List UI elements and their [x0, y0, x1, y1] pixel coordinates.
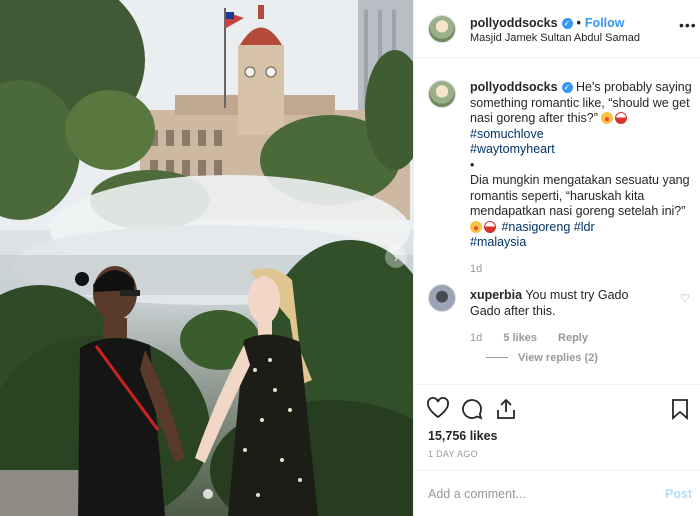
share-icon[interactable] — [494, 397, 518, 421]
caption-username[interactable]: pollyoddsocks — [470, 80, 558, 94]
caption-text-block: pollyoddsocks ✓ He's probably saying some… — [470, 80, 695, 251]
comment-icon[interactable] — [460, 397, 484, 421]
heart-eyes-emoji-icon — [601, 112, 614, 124]
author-avatar[interactable] — [428, 15, 456, 43]
carousel-next-icon[interactable]: › — [385, 246, 407, 268]
likes-count[interactable]: 15,756 likes — [428, 429, 498, 443]
comment-timestamp[interactable]: 1d — [470, 332, 482, 344]
caption-avatar[interactable] — [428, 80, 456, 108]
hashtag-link[interactable]: #somuchlove — [470, 127, 544, 141]
more-horizontal-icon[interactable]: ••• — [679, 17, 697, 33]
add-comment-bar: Post — [414, 470, 700, 516]
instagram-post: › pollyoddsocks ✓ • Follow Masjid Jamek Sul… — [0, 0, 700, 516]
heart-eyes-emoji-icon — [470, 220, 482, 233]
hashtag-link[interactable]: #malaysia — [470, 235, 526, 249]
view-replies-label: View replies (2) — [518, 352, 598, 364]
author-username[interactable]: pollyoddsocks — [470, 16, 558, 30]
comment-like-heart-icon[interactable]: ♡ — [680, 292, 690, 305]
hashtag-link[interactable]: #waytomyheart — [470, 142, 555, 156]
caption-timestamp[interactable]: 1d — [470, 263, 482, 275]
verified-badge-icon: ✓ — [561, 18, 573, 29]
commenter-avatar[interactable] — [428, 284, 456, 312]
post-photo[interactable]: › — [0, 0, 413, 516]
comment-text-block: xuperbia You must try Gado Gado after th… — [470, 288, 660, 319]
follow-button[interactable]: Follow — [585, 16, 625, 30]
commenter-username[interactable]: xuperbia — [470, 288, 522, 302]
post-header: pollyoddsocks ✓ • Follow Masjid Jamek Sulta… — [414, 0, 700, 58]
bookmark-icon[interactable] — [668, 397, 692, 421]
comment-meta: 1d 5 likes Reply — [470, 332, 606, 344]
caption-bullet: • — [470, 157, 475, 172]
view-replies-button[interactable]: View replies (2) — [486, 352, 598, 364]
heart-icon[interactable] — [426, 397, 450, 421]
reply-button[interactable]: Reply — [558, 332, 588, 344]
photo-scene — [0, 0, 413, 516]
caption-text-ms: Dia mungkin mengatakan sesuatu yang roma… — [470, 173, 690, 218]
verified-badge-icon: ✓ — [561, 82, 573, 93]
hashtag-link[interactable]: #ldr — [574, 220, 595, 234]
separator-dot: • — [576, 16, 581, 30]
post-comment-button[interactable]: Post — [665, 487, 692, 501]
add-comment-input[interactable] — [428, 484, 648, 504]
replies-divider — [486, 357, 508, 358]
post-actions: 15,756 likes 1 DAY AGO — [414, 384, 700, 470]
bowl-emoji-icon — [484, 220, 496, 233]
post-sidebar: pollyoddsocks ✓ • Follow Masjid Jamek Sulta… — [413, 0, 700, 516]
comments-section: pollyoddsocks ✓ He's probably saying some… — [414, 58, 700, 384]
posted-ago[interactable]: 1 DAY AGO — [428, 449, 478, 459]
bowl-emoji-icon — [615, 112, 628, 124]
author-line: pollyoddsocks ✓ • Follow — [470, 16, 625, 30]
post-location[interactable]: Masjid Jamek Sultan Abdul Samad — [470, 32, 640, 44]
comment-likes[interactable]: 5 likes — [503, 332, 537, 344]
hashtag-link[interactable]: #nasigoreng — [501, 220, 570, 234]
